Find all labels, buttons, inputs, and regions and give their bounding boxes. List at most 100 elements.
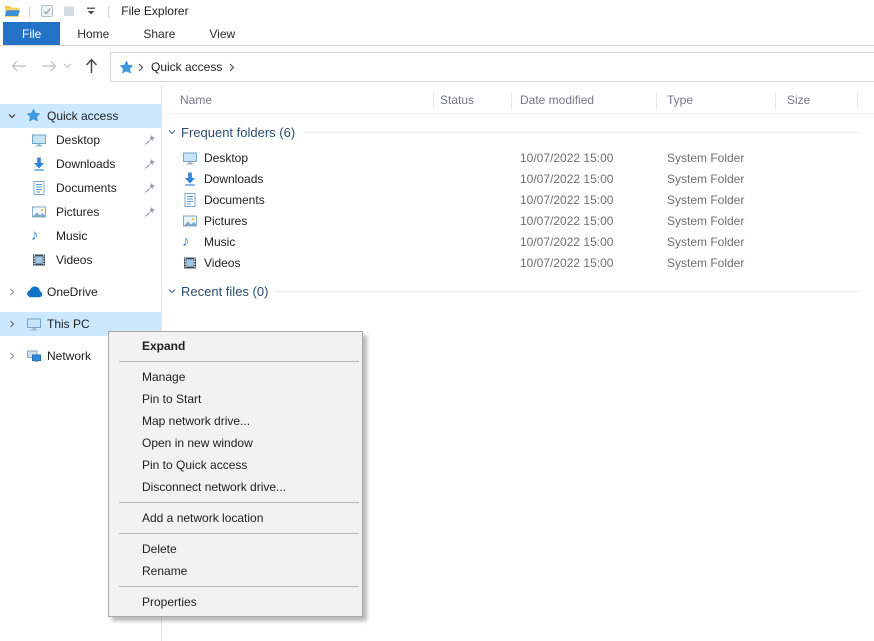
file-name: Downloads (204, 172, 263, 186)
menu-item-rename[interactable]: Rename (109, 560, 362, 582)
file-type: System Folder (667, 193, 744, 207)
desktop-icon (182, 150, 198, 166)
chevron-right-icon[interactable] (7, 351, 17, 361)
chevron-down-icon[interactable] (167, 127, 177, 137)
desktop-icon (31, 132, 47, 148)
file-row-documents[interactable]: Documents 10/07/2022 15:00 System Folder (162, 190, 874, 211)
file-name: Pictures (204, 214, 247, 228)
column-header-name[interactable]: Name (180, 93, 212, 107)
window-title: File Explorer (121, 4, 188, 18)
sidebar-item-pictures[interactable]: Pictures (0, 200, 161, 224)
sidebar-item-downloads[interactable]: Downloads (0, 152, 161, 176)
file-row-downloads[interactable]: Downloads 10/07/2022 15:00 System Folder (162, 169, 874, 190)
qat-properties-icon[interactable] (38, 2, 56, 20)
tab-file[interactable]: File (3, 22, 60, 45)
group-label: Recent files (0) (181, 284, 268, 299)
column-header-status[interactable]: Status (440, 93, 474, 107)
breadcrumb-chevron-icon[interactable] (138, 63, 144, 72)
navigation-bar: Quick access (0, 46, 874, 87)
file-row-desktop[interactable]: Desktop 10/07/2022 15:00 System Folder (162, 148, 874, 169)
sidebar-item-music[interactable]: ♪ Music (0, 224, 161, 248)
sidebar-item-documents[interactable]: Documents (0, 176, 161, 200)
file-date-modified: 10/07/2022 15:00 (520, 172, 613, 186)
menu-item-add-network-location[interactable]: Add a network location (109, 507, 362, 529)
breadcrumb-chevron-icon[interactable] (229, 63, 235, 72)
sidebar-item-label: Desktop (56, 133, 100, 147)
forward-button[interactable] (38, 55, 60, 77)
file-name: Music (204, 235, 235, 249)
this-pc-icon (26, 316, 42, 332)
pin-icon (144, 182, 156, 194)
file-date-modified: 10/07/2022 15:00 (520, 235, 613, 249)
file-type: System Folder (667, 235, 744, 249)
sidebar-item-videos[interactable]: Videos (0, 248, 161, 272)
column-header-type[interactable]: Type (667, 93, 693, 107)
sidebar-item-desktop[interactable]: Desktop (0, 128, 161, 152)
menu-item-map-network-drive[interactable]: Map network drive... (109, 410, 362, 432)
menu-item-open-in-new-window[interactable]: Open in new window (109, 432, 362, 454)
column-divider[interactable] (656, 92, 657, 109)
file-type: System Folder (667, 214, 744, 228)
menu-item-properties[interactable]: Properties (109, 591, 362, 613)
column-divider[interactable] (775, 92, 776, 109)
file-type: System Folder (667, 256, 744, 270)
sidebar-item-label: This PC (47, 317, 90, 331)
menu-item-disconnect-network-drive[interactable]: Disconnect network drive... (109, 476, 362, 498)
menu-separator (119, 361, 359, 362)
up-button[interactable] (80, 55, 102, 77)
pictures-icon (182, 213, 198, 229)
music-icon: ♪ (31, 228, 39, 244)
column-divider[interactable] (511, 92, 512, 109)
group-label: Frequent folders (6) (181, 125, 295, 140)
tab-share[interactable]: Share (126, 22, 192, 45)
file-type: System Folder (667, 151, 744, 165)
tab-view[interactable]: View (192, 22, 252, 45)
sidebar-item-onedrive[interactable]: OneDrive (0, 280, 161, 304)
tab-home[interactable]: Home (60, 22, 126, 45)
menu-separator (119, 586, 359, 587)
sidebar-item-label: OneDrive (47, 285, 98, 299)
videos-icon (31, 252, 47, 268)
breadcrumb-quick-access[interactable]: Quick access (151, 60, 222, 74)
music-icon: ♪ (182, 234, 190, 250)
sidebar-item-label: Quick access (47, 109, 118, 123)
menu-item-delete[interactable]: Delete (109, 538, 362, 560)
titlebar-divider: | (28, 4, 31, 18)
recent-locations-dropdown-icon[interactable] (60, 55, 74, 77)
menu-item-pin-to-quick-access[interactable]: Pin to Quick access (109, 454, 362, 476)
file-row-music[interactable]: ♪ Music 10/07/2022 15:00 System Folder (162, 232, 874, 253)
qat-customize-dropdown-icon[interactable] (82, 2, 100, 20)
group-header-frequent-folders[interactable]: Frequent folders (6) (162, 122, 861, 142)
back-button[interactable] (8, 55, 30, 77)
pin-icon (144, 206, 156, 218)
address-bar[interactable]: Quick access (110, 52, 874, 82)
column-headers: Name Status Date modified Type Size (162, 88, 874, 114)
chevron-down-icon[interactable] (167, 286, 177, 296)
chevron-right-icon[interactable] (7, 319, 17, 329)
file-date-modified: 10/07/2022 15:00 (520, 256, 613, 270)
pictures-icon (31, 204, 47, 220)
chevron-down-icon[interactable] (7, 111, 17, 121)
menu-separator (119, 533, 359, 534)
file-row-pictures[interactable]: Pictures 10/07/2022 15:00 System Folder (162, 211, 874, 232)
column-header-size[interactable]: Size (787, 93, 810, 107)
menu-separator (119, 502, 359, 503)
quick-access-star-icon (26, 108, 41, 123)
file-row-videos[interactable]: Videos 10/07/2022 15:00 System Folder (162, 253, 874, 274)
pin-icon (144, 134, 156, 146)
menu-item-pin-to-start[interactable]: Pin to Start (109, 388, 362, 410)
menu-item-expand[interactable]: Expand (109, 335, 362, 357)
downloads-icon (182, 171, 198, 187)
sidebar-item-label: Downloads (56, 157, 115, 171)
this-pc-context-menu: Expand Manage Pin to Start Map network d… (108, 331, 363, 617)
sidebar-item-label: Videos (56, 253, 92, 267)
menu-item-manage[interactable]: Manage (109, 366, 362, 388)
chevron-right-icon[interactable] (7, 287, 17, 297)
group-header-recent-files[interactable]: Recent files (0) (162, 281, 861, 301)
column-divider[interactable] (433, 92, 434, 109)
column-header-date-modified[interactable]: Date modified (520, 93, 594, 107)
sidebar-item-quick-access[interactable]: Quick access (0, 104, 161, 128)
column-divider[interactable] (857, 92, 858, 109)
qat-new-folder-icon[interactable] (60, 2, 78, 20)
group-rule (303, 132, 861, 133)
